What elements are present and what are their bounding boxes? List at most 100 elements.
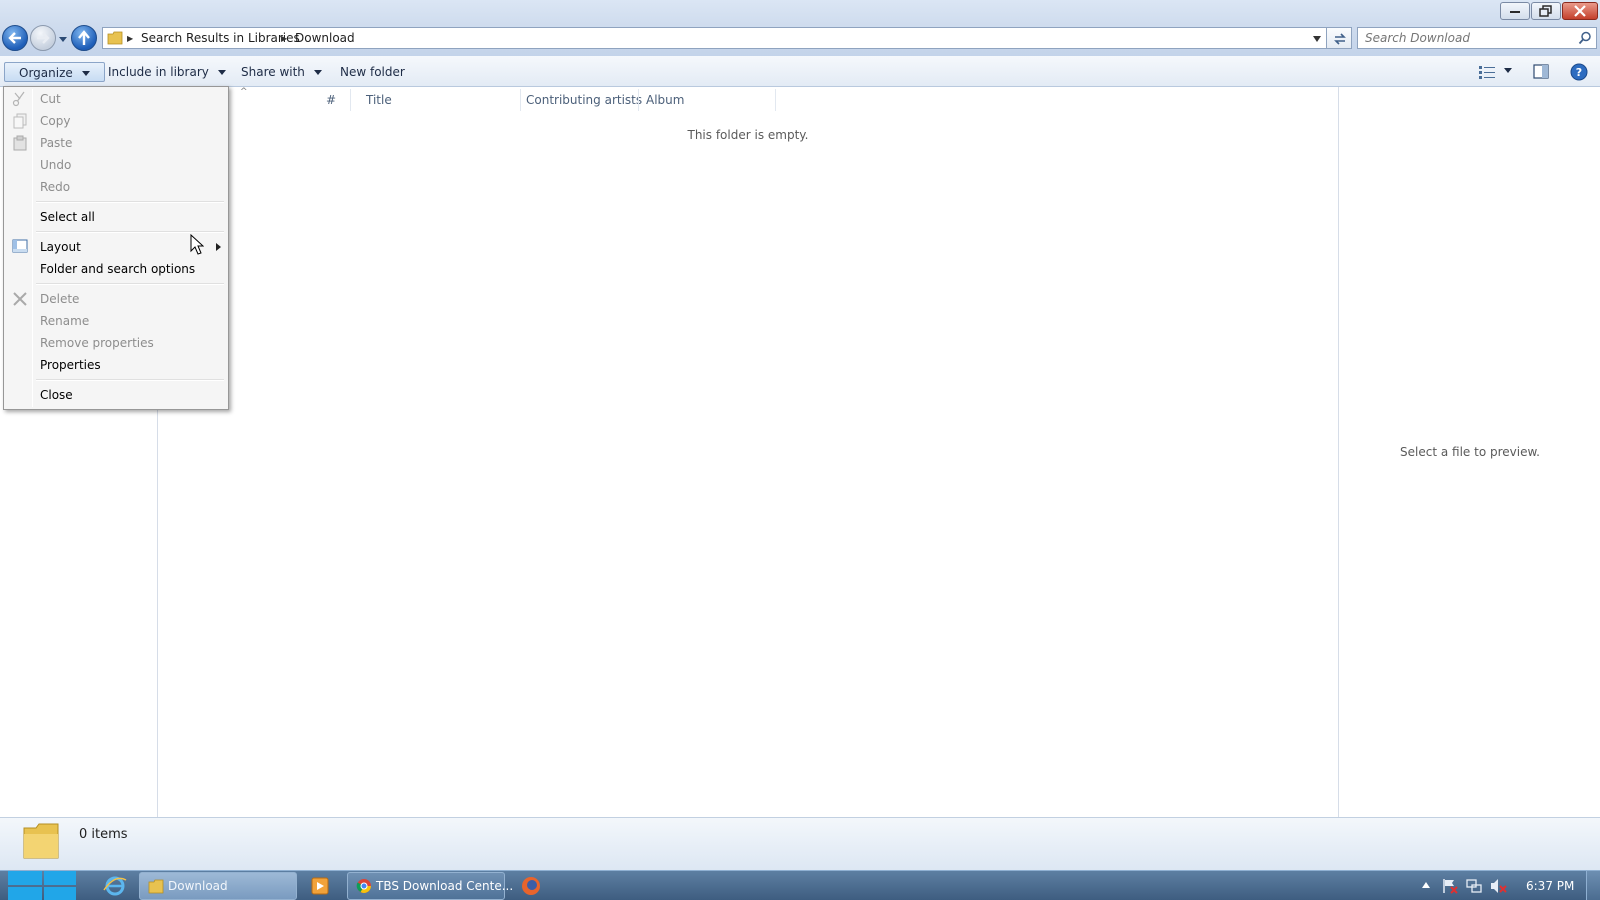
organize-label: Organize bbox=[19, 66, 73, 80]
taskbar: Download TBS Download Cente... 6:37 PM bbox=[0, 870, 1600, 900]
column-header-title[interactable]: Title bbox=[366, 93, 392, 107]
new-folder-label: New folder bbox=[340, 65, 405, 79]
column-header-contributing-artists[interactable]: Contributing artists bbox=[526, 93, 642, 107]
command-bar: Organize Include in library Share with N… bbox=[0, 56, 1600, 87]
up-button[interactable] bbox=[71, 25, 97, 51]
column-divider[interactable] bbox=[638, 89, 639, 111]
close-window-button[interactable] bbox=[1562, 2, 1598, 20]
share-with-label: Share with bbox=[241, 65, 305, 79]
breadcrumb-separator-icon[interactable]: ▶ bbox=[281, 34, 287, 43]
mouse-cursor-icon bbox=[190, 234, 204, 255]
menu-separator bbox=[36, 201, 224, 203]
menu-item-label: Undo bbox=[40, 158, 72, 172]
recent-pages-dropdown-icon[interactable] bbox=[58, 34, 68, 44]
minimize-button[interactable] bbox=[1500, 2, 1530, 20]
refresh-button[interactable] bbox=[1326, 27, 1352, 49]
search-input[interactable] bbox=[1365, 31, 1565, 45]
menu-item-select-all[interactable]: Select all bbox=[6, 206, 226, 228]
change-view-icon[interactable] bbox=[1478, 65, 1496, 79]
new-folder-button[interactable]: New folder bbox=[340, 62, 405, 82]
minimize-icon bbox=[1510, 11, 1520, 13]
volume-muted-icon[interactable] bbox=[1489, 877, 1507, 895]
view-dropdown-icon[interactable] bbox=[1504, 68, 1512, 74]
share-with-button[interactable]: Share with bbox=[241, 62, 322, 82]
column-header-album[interactable]: Album bbox=[646, 93, 684, 107]
organize-button[interactable]: Organize bbox=[4, 62, 105, 82]
menu-item-rename[interactable]: Rename bbox=[6, 310, 226, 332]
menu-item-redo[interactable]: Redo bbox=[6, 176, 226, 198]
menu-item-label: Paste bbox=[40, 136, 73, 150]
menu-separator bbox=[36, 231, 224, 233]
column-header-number[interactable]: # bbox=[326, 93, 336, 107]
column-divider[interactable] bbox=[350, 89, 351, 111]
include-in-library-button[interactable]: Include in library bbox=[108, 62, 226, 82]
menu-separator bbox=[36, 379, 224, 381]
menu-item-properties[interactable]: Properties bbox=[6, 354, 226, 376]
submenu-arrow-icon bbox=[216, 243, 221, 251]
help-icon[interactable]: ? bbox=[1570, 63, 1588, 81]
column-divider[interactable] bbox=[520, 89, 521, 111]
clipboard-icon bbox=[13, 135, 27, 151]
folder-icon bbox=[23, 823, 59, 859]
chevron-down-icon bbox=[313, 69, 322, 75]
sort-indicator-icon: ^ bbox=[240, 87, 248, 97]
taskbar-clock[interactable]: 6:37 PM bbox=[1526, 879, 1574, 893]
address-dropdown-icon[interactable] bbox=[1312, 35, 1322, 43]
media-player-icon[interactable] bbox=[307, 874, 333, 898]
address-bar[interactable]: ▶ Search Results in Libraries ▶ Download bbox=[102, 27, 1327, 49]
menu-item-label: Redo bbox=[40, 180, 71, 194]
menu-item-delete[interactable]: Delete bbox=[6, 288, 226, 310]
menu-item-label: Copy bbox=[40, 114, 71, 128]
menu-separator bbox=[36, 283, 224, 285]
menu-item-label: Close bbox=[40, 388, 73, 402]
taskbar-button-download[interactable]: Download bbox=[139, 872, 297, 900]
menu-item-copy[interactable]: Copy bbox=[6, 110, 226, 132]
back-arrow-icon bbox=[8, 32, 21, 44]
include-in-library-label: Include in library bbox=[108, 65, 209, 79]
menu-item-label: Layout bbox=[40, 240, 81, 254]
forward-button[interactable] bbox=[30, 25, 56, 51]
folder-icon bbox=[148, 879, 164, 894]
taskbar-button-tbs-download[interactable]: TBS Download Cente... bbox=[347, 872, 513, 900]
column-divider[interactable] bbox=[775, 89, 776, 111]
breadcrumb-separator-icon[interactable]: ▶ bbox=[127, 34, 133, 43]
search-box[interactable] bbox=[1357, 27, 1597, 49]
preview-message: Select a file to preview. bbox=[1400, 445, 1540, 459]
scissors-icon bbox=[12, 91, 25, 107]
close-icon bbox=[1574, 5, 1586, 17]
breadcrumb-search-results[interactable]: Search Results in Libraries bbox=[141, 31, 300, 45]
menu-item-cut[interactable]: Cut bbox=[6, 88, 226, 110]
menu-item-label: Properties bbox=[40, 358, 101, 372]
item-count: 0 items bbox=[79, 827, 128, 842]
refresh-icon bbox=[1334, 33, 1346, 45]
breadcrumb-download[interactable]: Download bbox=[295, 31, 355, 45]
menu-item-label: Rename bbox=[40, 314, 90, 328]
network-icon[interactable] bbox=[1465, 877, 1483, 895]
up-arrow-icon bbox=[78, 30, 90, 45]
ie-icon[interactable] bbox=[102, 874, 128, 898]
delete-x-icon bbox=[13, 292, 27, 306]
action-center-flag-icon[interactable] bbox=[1441, 877, 1459, 895]
menu-item-folder-search-options[interactable]: Folder and search options bbox=[6, 258, 226, 280]
show-hidden-icons-icon[interactable] bbox=[1421, 881, 1431, 889]
preview-pane: Select a file to preview. bbox=[1338, 87, 1600, 817]
taskbar-button-label: TBS Download Cente... bbox=[376, 879, 514, 893]
menu-item-undo[interactable]: Undo bbox=[6, 154, 226, 176]
chevron-down-icon bbox=[81, 70, 90, 76]
preview-pane-icon[interactable] bbox=[1533, 64, 1549, 79]
taskbar-button-label: Download bbox=[168, 879, 228, 893]
menu-item-label: Folder and search options bbox=[40, 262, 196, 276]
show-desktop-button[interactable] bbox=[1586, 871, 1600, 900]
menu-item-remove-properties[interactable]: Remove properties bbox=[6, 332, 226, 354]
title-bar: ▶ Search Results in Libraries ▶ Download bbox=[0, 0, 1600, 56]
chevron-down-icon bbox=[217, 69, 226, 75]
back-button[interactable] bbox=[2, 25, 28, 51]
start-button[interactable] bbox=[8, 857, 76, 900]
menu-item-paste[interactable]: Paste bbox=[6, 132, 226, 154]
search-icon[interactable] bbox=[1578, 31, 1592, 45]
firefox-icon[interactable] bbox=[518, 874, 544, 898]
file-list[interactable]: ^ # Title Contributing artists Album Thi… bbox=[158, 87, 1338, 817]
menu-item-close[interactable]: Close bbox=[6, 384, 226, 406]
restore-button[interactable] bbox=[1531, 2, 1561, 20]
chrome-icon bbox=[356, 879, 371, 893]
